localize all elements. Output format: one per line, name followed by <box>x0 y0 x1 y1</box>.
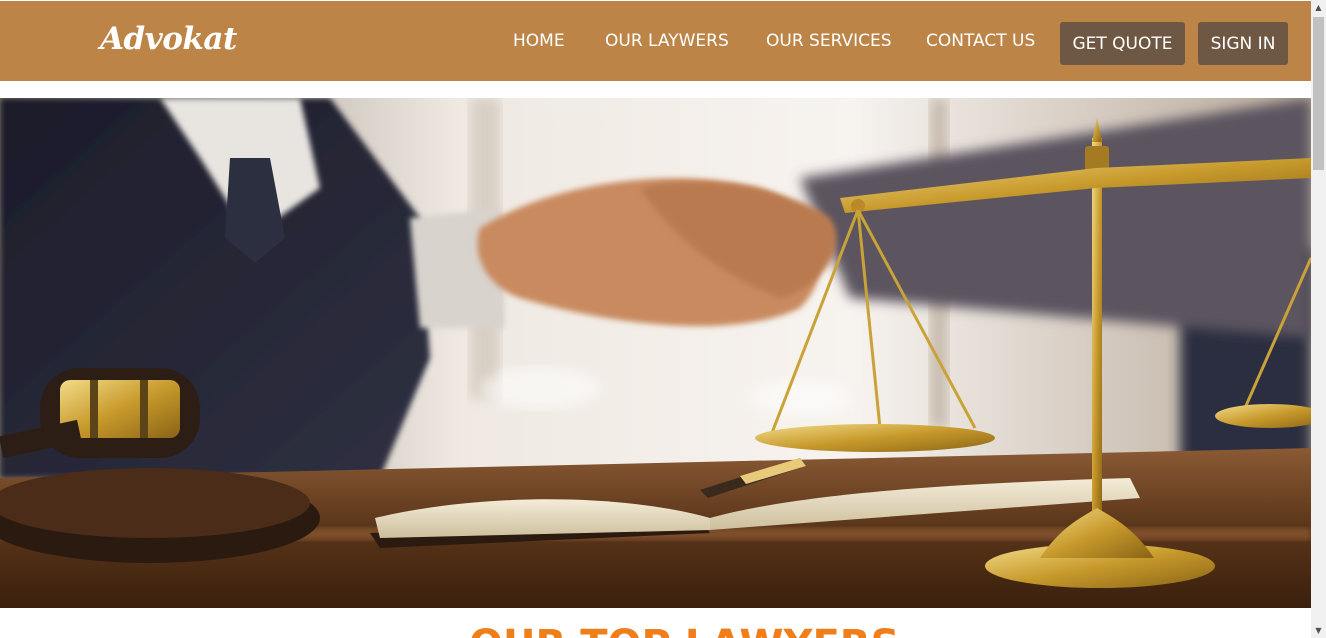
hero-image <box>0 98 1311 608</box>
get-quote-button[interactable]: GET QUOTE <box>1060 22 1185 65</box>
nav-our-lawyers[interactable]: OUR LAYWERS <box>605 31 729 51</box>
scrollbar-thumb[interactable] <box>1313 17 1324 170</box>
site-header: Advokat HOME OUR LAYWERS OUR SERVICES CO… <box>0 1 1311 81</box>
sign-in-button[interactable]: SIGN IN <box>1198 22 1288 65</box>
scroll-up-arrow-icon[interactable]: ▲ <box>1311 0 1326 15</box>
nav-contact-us[interactable]: CONTACT US <box>926 31 1035 51</box>
section-heading: OUR TOP LAWYERS <box>469 622 899 638</box>
nav-home[interactable]: HOME <box>513 31 565 51</box>
scroll-down-arrow-icon[interactable]: ▼ <box>1311 623 1326 638</box>
page: Advokat HOME OUR LAYWERS OUR SERVICES CO… <box>0 0 1311 638</box>
nav-our-services[interactable]: OUR SERVICES <box>766 31 892 51</box>
page-scrollbar[interactable]: ▲ ▼ <box>1311 0 1326 638</box>
hero-illustration <box>0 98 1311 608</box>
